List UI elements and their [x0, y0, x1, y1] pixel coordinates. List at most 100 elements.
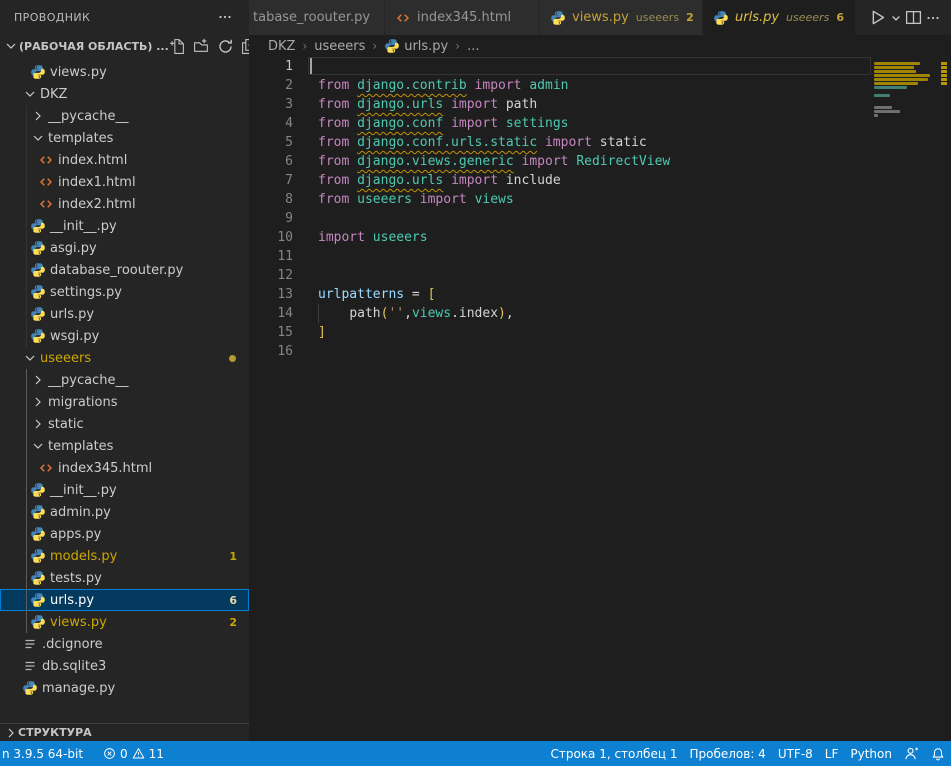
- breadcrumb-separator-icon: ›: [372, 39, 377, 53]
- tree-item-views-py[interactable]: views.py: [0, 61, 249, 83]
- tree-item-db-sqlite3[interactable]: db.sqlite3: [0, 655, 249, 677]
- code-token: views: [475, 192, 514, 207]
- run-icon[interactable]: [868, 8, 887, 27]
- status-language-mode[interactable]: Python: [844, 741, 898, 766]
- refresh-icon[interactable]: [217, 38, 234, 55]
- tree-item-static[interactable]: static: [0, 413, 249, 435]
- breadcrumb-item-urls-py[interactable]: urls.py: [384, 38, 448, 54]
- code-line-7[interactable]: 7from django.urls import include: [249, 171, 951, 190]
- split-editor-icon[interactable]: [905, 9, 922, 26]
- tree-item-pycache[interactable]: __pycache__: [0, 105, 249, 127]
- tree-item-settings-py[interactable]: settings.py: [0, 281, 249, 303]
- minimap[interactable]: [872, 57, 940, 207]
- code-line-2[interactable]: 2from django.contrib import admin: [249, 76, 951, 95]
- tree-item-urls-py[interactable]: urls.py: [0, 303, 249, 325]
- indent-guide: [26, 413, 27, 435]
- indent-guide: [26, 303, 27, 325]
- tree-item-index345-html[interactable]: index345.html: [0, 457, 249, 479]
- status-bar: n 3.9.5 64-bit 011 Строка 1, столбец 1Про…: [0, 741, 951, 766]
- code-line-1[interactable]: 1: [249, 57, 951, 76]
- tree-item-database-roouter-py[interactable]: database_roouter.py: [0, 259, 249, 281]
- status-problems[interactable]: 011: [97, 741, 170, 766]
- code-line-9[interactable]: 9: [249, 209, 951, 228]
- tree-item-urls-py[interactable]: urls.py6: [0, 589, 249, 611]
- tree-item-label: useeers: [40, 351, 91, 366]
- tree-item-label: db.sqlite3: [42, 659, 106, 674]
- tree-item-asgi-py[interactable]: asgi.py: [0, 237, 249, 259]
- tree-item-migrations[interactable]: migrations: [0, 391, 249, 413]
- tree-item-init-py[interactable]: __init__.py: [0, 215, 249, 237]
- line-content: from django.conf import settings: [318, 114, 568, 133]
- line-number: 1: [249, 57, 293, 76]
- tree-item-index1-html[interactable]: index1.html: [0, 171, 249, 193]
- close-icon[interactable]: ×: [854, 11, 856, 25]
- line-content: from django.urls import path: [318, 95, 537, 114]
- code-line-16[interactable]: 16: [249, 342, 951, 361]
- code-line-11[interactable]: 11: [249, 247, 951, 266]
- minimap-line: [874, 66, 914, 69]
- run-dropdown-icon[interactable]: [890, 12, 902, 24]
- breadcrumb-item-dkz[interactable]: DKZ: [268, 39, 295, 54]
- tree-item-pycache[interactable]: __pycache__: [0, 369, 249, 391]
- tree-item-index-html[interactable]: index.html: [0, 149, 249, 171]
- minimap-line: [874, 70, 916, 73]
- breadcrumb-item-useeers[interactable]: useeers: [314, 39, 365, 54]
- code-token: useeers: [357, 192, 412, 207]
- tab-tabase-roouter-py[interactable]: tabase_roouter.py: [249, 0, 385, 35]
- code-line-5[interactable]: 5from django.conf.urls.static import sta…: [249, 133, 951, 152]
- tree-item-apps-py[interactable]: apps.py: [0, 523, 249, 545]
- tree-item-tests-py[interactable]: tests.py: [0, 567, 249, 589]
- new-folder-icon[interactable]: [193, 38, 210, 55]
- workspace-section-header[interactable]: (РАБОЧАЯ ОБЛАСТЬ) ...: [0, 35, 249, 57]
- code-line-6[interactable]: 6from django.views.generic import Redire…: [249, 152, 951, 171]
- status-python-version[interactable]: n 3.9.5 64-bit: [0, 741, 89, 766]
- code-editor[interactable]: 12from django.contrib import admin3from …: [249, 57, 951, 741]
- tree-item-dcignore[interactable]: .dcignore: [0, 633, 249, 655]
- tree-item-models-py[interactable]: models.py1: [0, 545, 249, 567]
- code-line-10[interactable]: 10import useeers: [249, 228, 951, 247]
- code-line-12[interactable]: 12: [249, 266, 951, 285]
- line-number: 15: [249, 323, 293, 342]
- tab-views-py[interactable]: views.pyuseeers2: [540, 0, 703, 35]
- outline-section-header[interactable]: СТРУКТУРА: [0, 723, 249, 741]
- tree-item-manage-py[interactable]: manage.py: [0, 677, 249, 699]
- tree-item-wsgi-py[interactable]: wsgi.py: [0, 325, 249, 347]
- views-more-actions-icon[interactable]: [217, 9, 235, 27]
- python-icon: [30, 614, 46, 630]
- status-cursor-position[interactable]: Строка 1, столбец 1: [544, 741, 683, 766]
- minimap-line: [874, 114, 878, 117]
- code-line-3[interactable]: 3from django.urls import path: [249, 95, 951, 114]
- status-indentation[interactable]: Пробелов: 4: [683, 741, 771, 766]
- status-encoding[interactable]: UTF-8: [772, 741, 819, 766]
- more-actions-icon[interactable]: [925, 10, 941, 26]
- tree-item-admin-py[interactable]: admin.py: [0, 501, 249, 523]
- status-notifications[interactable]: [925, 741, 951, 766]
- code-line-15[interactable]: 15]: [249, 323, 951, 342]
- tree-item-index2-html[interactable]: index2.html: [0, 193, 249, 215]
- outline-section-label: СТРУКТУРА: [18, 726, 92, 739]
- python-icon: [713, 10, 729, 26]
- code-token: [443, 173, 451, 188]
- new-file-icon[interactable]: [169, 38, 186, 55]
- tab-urls-py[interactable]: urls.pyuseeers6×: [703, 0, 856, 35]
- breadcrumb-item-[interactable]: ...: [467, 39, 479, 54]
- code-token: '': [388, 306, 404, 321]
- tree-item-templates[interactable]: templates: [0, 435, 249, 457]
- code-line-14[interactable]: 14 path('',views.index),: [249, 304, 951, 323]
- tree-item-dkz[interactable]: DKZ: [0, 83, 249, 105]
- chevron-down-icon: [22, 86, 38, 102]
- tree-item-templates[interactable]: templates: [0, 127, 249, 149]
- indent-guide: [318, 304, 319, 323]
- status-feedback[interactable]: [898, 741, 925, 766]
- code-line-4[interactable]: 4from django.conf import settings: [249, 114, 951, 133]
- tree-item-init-py[interactable]: __init__.py: [0, 479, 249, 501]
- status-eol[interactable]: LF: [819, 741, 845, 766]
- python-icon: [30, 526, 46, 542]
- tree-item-useeers[interactable]: useeers: [0, 347, 249, 369]
- code-line-8[interactable]: 8from useeers import views: [249, 190, 951, 209]
- tree-item-views-py[interactable]: views.py2: [0, 611, 249, 633]
- chevron-right-icon: [3, 725, 18, 740]
- code-line-13[interactable]: 13urlpatterns = [: [249, 285, 951, 304]
- tab-index345-html[interactable]: index345.html: [385, 0, 540, 35]
- chevron-right-icon: [30, 416, 46, 432]
